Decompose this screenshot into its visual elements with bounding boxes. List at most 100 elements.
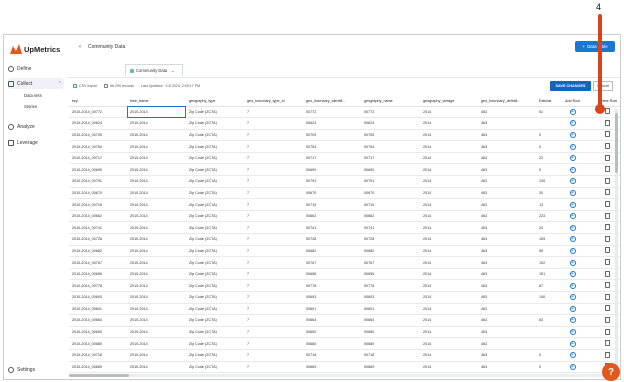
- table-cell[interactable]: 2014: [420, 279, 478, 292]
- table-cell[interactable]: 2014: [420, 268, 478, 281]
- table-cell[interactable]: 00741: [303, 221, 361, 235]
- table-cell[interactable]: Zip Code (ZCTA): [186, 106, 244, 119]
- table-cell[interactable]: [536, 337, 555, 350]
- table-cell[interactable]: 2010-2014_00693: [69, 291, 127, 304]
- trash-icon[interactable]: [605, 154, 610, 161]
- table-cell[interactable]: 463: [478, 245, 536, 258]
- table-cell[interactable]: 00718: [303, 349, 361, 362]
- table-cell[interactable]: 2010-2014_00718: [69, 349, 127, 362]
- table-cell[interactable]: 7: [244, 291, 303, 304]
- table-cell[interactable]: 00741: [361, 221, 420, 235]
- help-button[interactable]: ?: [602, 363, 620, 381]
- table-cell[interactable]: 2014: [420, 256, 478, 269]
- table-cell[interactable]: 00601: [361, 303, 420, 316]
- table-cell[interactable]: 151: [536, 268, 555, 281]
- table-cell[interactable]: 463: [478, 361, 536, 374]
- table-cell[interactable]: 463: [478, 129, 536, 142]
- table-cell[interactable]: 2014: [420, 129, 478, 142]
- table-cell[interactable]: 2010-2014: [127, 221, 186, 235]
- table-cell[interactable]: 2010-2014: [127, 279, 186, 292]
- add-row-icon[interactable]: +: [569, 236, 576, 243]
- table-cell[interactable]: 00754: [361, 140, 420, 153]
- table-cell[interactable]: Zip Code (ZCTA): [186, 163, 244, 177]
- sidebar-item-settings[interactable]: Settings: [8, 364, 64, 375]
- table-cell[interactable]: 7: [244, 175, 303, 188]
- table-cell[interactable]: 7: [244, 152, 303, 165]
- table-cell[interactable]: 2010-2014_00772: [69, 106, 127, 119]
- table-cell[interactable]: 2010-2014_00624: [69, 117, 127, 130]
- add-row-icon[interactable]: +: [569, 131, 576, 138]
- column-header[interactable]: geo_boundary_definiti...: [478, 97, 536, 107]
- table-cell[interactable]: 463: [478, 210, 536, 223]
- column-header[interactable]: key: [69, 97, 127, 107]
- table-cell[interactable]: 2010-2014: [127, 175, 186, 188]
- data-table-button[interactable]: + Data table: [575, 41, 615, 52]
- table-cell[interactable]: Zip Code (ZCTA): [186, 303, 244, 316]
- table-cell[interactable]: 463: [478, 175, 536, 188]
- table-cell[interactable]: 00718: [361, 349, 420, 362]
- table-cell[interactable]: 00767: [303, 256, 361, 269]
- table-cell[interactable]: 463: [478, 187, 536, 200]
- trash-icon[interactable]: [605, 143, 610, 150]
- table-cell[interactable]: 2014: [420, 106, 478, 119]
- table-cell[interactable]: 2010-2014_00705: [69, 129, 127, 142]
- horizontal-scrollbar[interactable]: [69, 374, 617, 377]
- table-cell[interactable]: 463: [478, 106, 536, 119]
- table-cell[interactable]: 2010-2014_00680: [69, 337, 127, 350]
- table-cell[interactable]: 59: [536, 245, 555, 258]
- table-cell[interactable]: 00728: [303, 233, 361, 246]
- table-cell[interactable]: 463: [478, 349, 536, 362]
- table-cell[interactable]: 00715: [361, 198, 420, 211]
- table-cell[interactable]: 2010-2014: [127, 163, 186, 177]
- trash-icon[interactable]: [605, 305, 610, 312]
- table-cell[interactable]: 7: [244, 106, 303, 119]
- table-cell[interactable]: 7: [244, 279, 303, 292]
- table-cell[interactable]: 00664: [361, 314, 420, 327]
- table-cell[interactable]: 00664: [303, 314, 361, 327]
- table-cell[interactable]: 7: [244, 210, 303, 223]
- table-cell[interactable]: 20: [536, 187, 555, 200]
- table-cell[interactable]: 24: [536, 221, 555, 235]
- trash-icon[interactable]: [605, 340, 610, 347]
- add-row-icon[interactable]: +: [569, 189, 576, 196]
- sidebar-item-analyze[interactable]: Analyze: [8, 121, 64, 132]
- table-cell[interactable]: 00717: [361, 152, 420, 165]
- table-cell[interactable]: 00662: [303, 210, 361, 223]
- table-cell[interactable]: 463: [478, 279, 536, 292]
- chevron-up-icon[interactable]: ⌃: [58, 81, 62, 87]
- table-cell[interactable]: 463: [478, 117, 536, 130]
- table-cell[interactable]: Zip Code (ZCTA): [186, 361, 244, 374]
- add-row-icon[interactable]: +: [569, 166, 576, 173]
- trash-icon[interactable]: [605, 212, 610, 219]
- table-cell[interactable]: Zip Code (ZCTA): [186, 349, 244, 362]
- table-cell[interactable]: 2014: [420, 187, 478, 200]
- column-header[interactable]: Delete Row: [590, 97, 620, 107]
- table-cell[interactable]: 463: [478, 198, 536, 211]
- table-cell[interactable]: 00754: [303, 140, 361, 153]
- table-cell[interactable]: 2010-2014: [127, 268, 186, 281]
- table-cell[interactable]: Zip Code (ZCTA): [186, 198, 244, 211]
- column-header[interactable]: geo_boundary_type_id: [244, 97, 303, 107]
- trash-icon[interactable]: [605, 282, 610, 289]
- trash-icon[interactable]: [605, 293, 610, 300]
- column-header[interactable]: geo_boundary_identifi...: [303, 97, 361, 107]
- table-cell[interactable]: 00690: [303, 163, 361, 177]
- table-cell[interactable]: 2010-2014_00791: [69, 175, 127, 188]
- table-cell[interactable]: 2010-2014: [127, 187, 186, 200]
- add-row-icon[interactable]: +: [569, 282, 576, 289]
- table-cell[interactable]: 2010-2014: [127, 326, 186, 339]
- table-cell[interactable]: 00624: [303, 117, 361, 130]
- table-cell[interactable]: 7: [244, 221, 303, 235]
- table-cell[interactable]: 7: [244, 117, 303, 130]
- sidebar-item-leverage[interactable]: Leverage: [8, 137, 64, 148]
- table-cell[interactable]: 463: [478, 326, 536, 339]
- table-cell[interactable]: 00690: [361, 163, 420, 177]
- table-cell[interactable]: 00601: [303, 303, 361, 316]
- chevron-down-icon[interactable]: ⌄: [171, 68, 175, 73]
- trash-icon[interactable]: [605, 270, 610, 277]
- table-cell[interactable]: 2010-2014_00715: [69, 198, 127, 211]
- table-cell[interactable]: Zip Code (ZCTA): [186, 314, 244, 327]
- table-cell[interactable]: 7: [244, 129, 303, 142]
- table-cell[interactable]: 0: [536, 140, 555, 153]
- add-row-icon[interactable]: +: [569, 352, 576, 359]
